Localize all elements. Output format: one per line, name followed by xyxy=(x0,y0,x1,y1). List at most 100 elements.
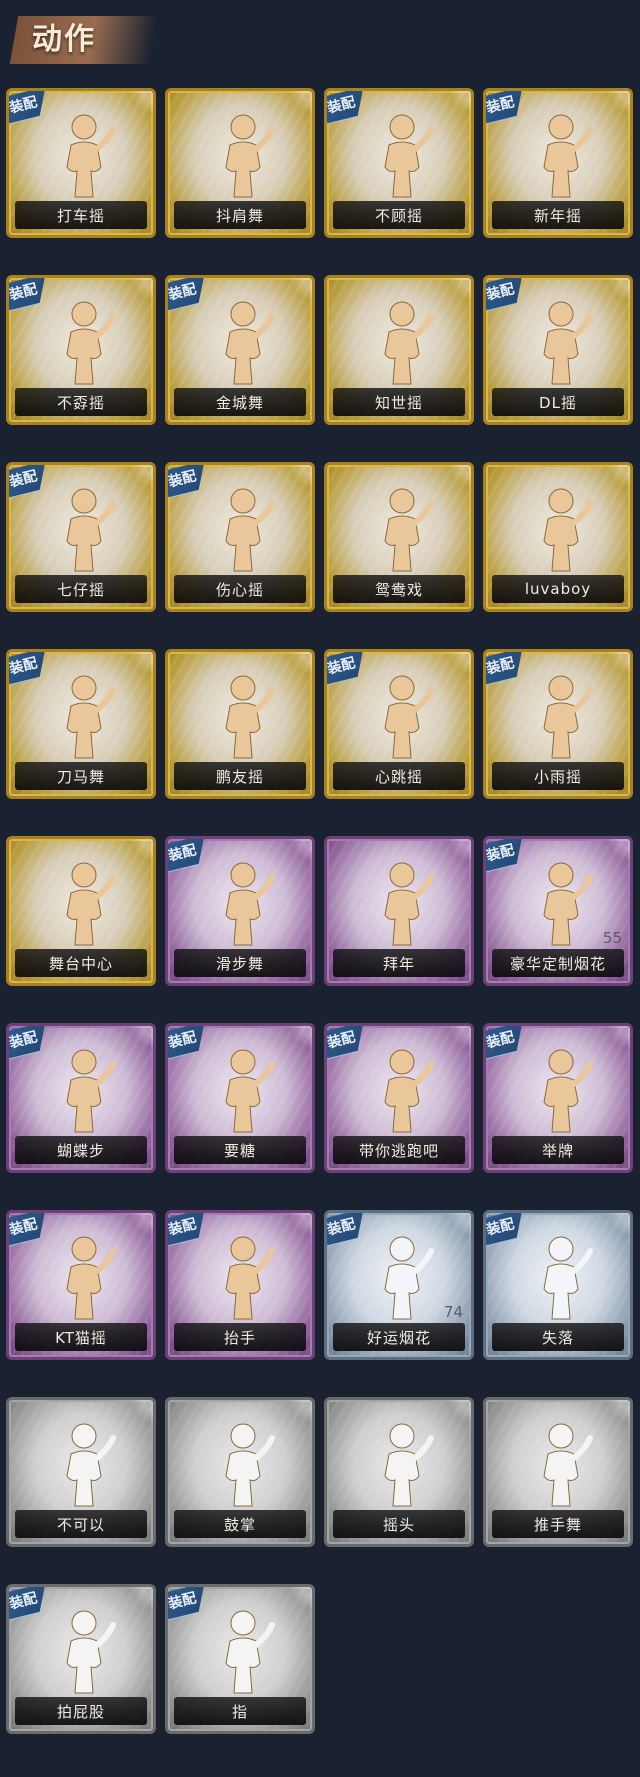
action-label: 金城舞 xyxy=(215,393,264,412)
action-card[interactable]: 装配滑步舞 xyxy=(165,836,315,986)
action-label: 不可以 xyxy=(56,1515,105,1534)
action-card[interactable]: 装配举牌 xyxy=(483,1023,633,1173)
dance-figure-icon xyxy=(543,114,593,198)
label-bar: 不可以 xyxy=(15,1510,147,1538)
item-count: 55 xyxy=(602,929,622,947)
action-card[interactable]: 鸳鸯戏 xyxy=(324,462,474,612)
action-card[interactable]: 鹏友摇 xyxy=(165,649,315,799)
action-card[interactable]: 装配 新年摇 xyxy=(483,88,633,238)
dance-figure-icon xyxy=(66,862,116,946)
action-card[interactable]: 装配 KT猫摇 xyxy=(6,1210,156,1360)
action-label: 抬手 xyxy=(223,1328,256,1347)
action-card[interactable]: 摇头 xyxy=(324,1397,474,1547)
action-label: 推手舞 xyxy=(533,1515,582,1534)
dance-figure-icon xyxy=(384,675,434,759)
action-label: 小雨摇 xyxy=(533,767,582,786)
label-bar: 好运烟花 xyxy=(333,1323,465,1351)
dance-figure-icon xyxy=(543,1423,593,1507)
label-bar: 鸳鸯戏 xyxy=(333,575,465,603)
dance-figure-icon xyxy=(66,1423,116,1507)
action-card[interactable]: 不可以 xyxy=(6,1397,156,1547)
label-bar: 拍屁股 xyxy=(15,1697,147,1725)
action-label: 舞台中心 xyxy=(48,954,113,973)
action-card[interactable]: 舞台中心 xyxy=(6,836,156,986)
action-label: 鹏友摇 xyxy=(215,767,264,786)
dance-figure-icon xyxy=(543,1049,593,1133)
action-card[interactable]: 装配不孬摇 xyxy=(6,275,156,425)
label-bar: 心跳摇 xyxy=(333,762,465,790)
dance-figure-icon xyxy=(225,1610,275,1694)
action-card[interactable]: 推手舞 xyxy=(483,1397,633,1547)
action-card[interactable]: 装配不顾摇 xyxy=(324,88,474,238)
dance-figure-icon xyxy=(225,114,275,198)
action-card[interactable]: 知世摇 xyxy=(324,275,474,425)
label-bar: 不孬摇 xyxy=(15,388,147,416)
dance-figure-icon xyxy=(384,488,434,572)
equipped-badge: 装配 xyxy=(165,836,211,872)
label-bar: KT猫摇 xyxy=(15,1323,147,1351)
action-label: 失落 xyxy=(541,1328,574,1347)
label-bar: 七仔摇 xyxy=(15,575,147,603)
action-card[interactable]: 拜年 xyxy=(324,836,474,986)
equipped-badge: 装配 xyxy=(324,88,370,124)
dance-figure-icon xyxy=(384,862,434,946)
action-card[interactable]: 装配 DL摇 xyxy=(483,275,633,425)
action-label: 鼓掌 xyxy=(223,1515,256,1534)
label-bar: 舞台中心 xyxy=(15,949,147,977)
dance-figure-icon xyxy=(543,862,593,946)
action-label: 打车摇 xyxy=(56,206,105,225)
action-label: 抖肩舞 xyxy=(215,206,264,225)
dance-figure-icon xyxy=(543,1236,593,1320)
action-card[interactable]: luvaboy xyxy=(483,462,633,612)
action-card[interactable]: 装配 打车摇 xyxy=(6,88,156,238)
label-bar: 鼓掌 xyxy=(174,1510,306,1538)
action-label: 刀马舞 xyxy=(56,767,105,786)
action-card[interactable]: 装配指 xyxy=(165,1584,315,1734)
action-card[interactable]: 装配 小雨摇 xyxy=(483,649,633,799)
label-bar: 带你逃跑吧 xyxy=(333,1136,465,1164)
action-card[interactable]: 抖肩舞 xyxy=(165,88,315,238)
label-bar: 不顾摇 xyxy=(333,201,465,229)
action-card[interactable]: 装配 七仔摇 xyxy=(6,462,156,612)
dance-figure-icon xyxy=(543,301,593,385)
action-label: luvaboy xyxy=(524,580,592,598)
action-card[interactable]: 装配 刀马舞 xyxy=(6,649,156,799)
action-label: KT猫摇 xyxy=(55,1328,107,1347)
page-title: 动作 xyxy=(32,22,96,57)
action-card[interactable]: 装配 55 豪华定制烟花 xyxy=(483,836,633,986)
action-card[interactable]: 装配要糖 xyxy=(165,1023,315,1173)
action-card[interactable]: 装配抬手 xyxy=(165,1210,315,1360)
equipped-badge: 装配 xyxy=(483,836,529,872)
label-bar: 要糖 xyxy=(174,1136,306,1164)
equipped-badge: 装配 xyxy=(483,1023,529,1059)
action-card[interactable]: 装配拍屁股 xyxy=(6,1584,156,1734)
action-label: 七仔摇 xyxy=(56,580,105,599)
equipped-badge: 装配 xyxy=(6,275,52,311)
action-card[interactable]: 装配 金城舞 xyxy=(165,275,315,425)
label-bar: DL摇 xyxy=(492,388,624,416)
action-card[interactable]: 装配 心跳摇 xyxy=(324,649,474,799)
equipped-badge: 装配 xyxy=(483,88,529,124)
action-card[interactable]: 装配 失落 xyxy=(483,1210,633,1360)
action-card[interactable]: 装配 伤心摇 xyxy=(165,462,315,612)
action-label: 拜年 xyxy=(382,954,415,973)
action-card[interactable]: 鼓掌 xyxy=(165,1397,315,1547)
action-card[interactable]: 装配 蝴蝶步 xyxy=(6,1023,156,1173)
equipped-badge: 装配 xyxy=(165,1023,211,1059)
action-label: 伤心摇 xyxy=(215,580,264,599)
equipped-badge: 装配 xyxy=(6,1023,52,1059)
label-bar: 抖肩舞 xyxy=(174,201,306,229)
equipped-badge: 装配 xyxy=(6,1584,52,1620)
label-bar: 滑步舞 xyxy=(174,949,306,977)
item-count: 74 xyxy=(443,1303,463,1321)
label-bar: 知世摇 xyxy=(333,388,465,416)
action-label: 摇头 xyxy=(382,1515,415,1534)
dance-figure-icon xyxy=(384,1423,434,1507)
action-card[interactable]: 装配 74 好运烟花 xyxy=(324,1210,474,1360)
dance-figure-icon xyxy=(225,675,275,759)
equipped-badge: 装配 xyxy=(165,1210,211,1246)
label-bar: 摇头 xyxy=(333,1510,465,1538)
action-card[interactable]: 装配 带你逃跑吧 xyxy=(324,1023,474,1173)
label-bar: 推手舞 xyxy=(492,1510,624,1538)
label-bar: 举牌 xyxy=(492,1136,624,1164)
